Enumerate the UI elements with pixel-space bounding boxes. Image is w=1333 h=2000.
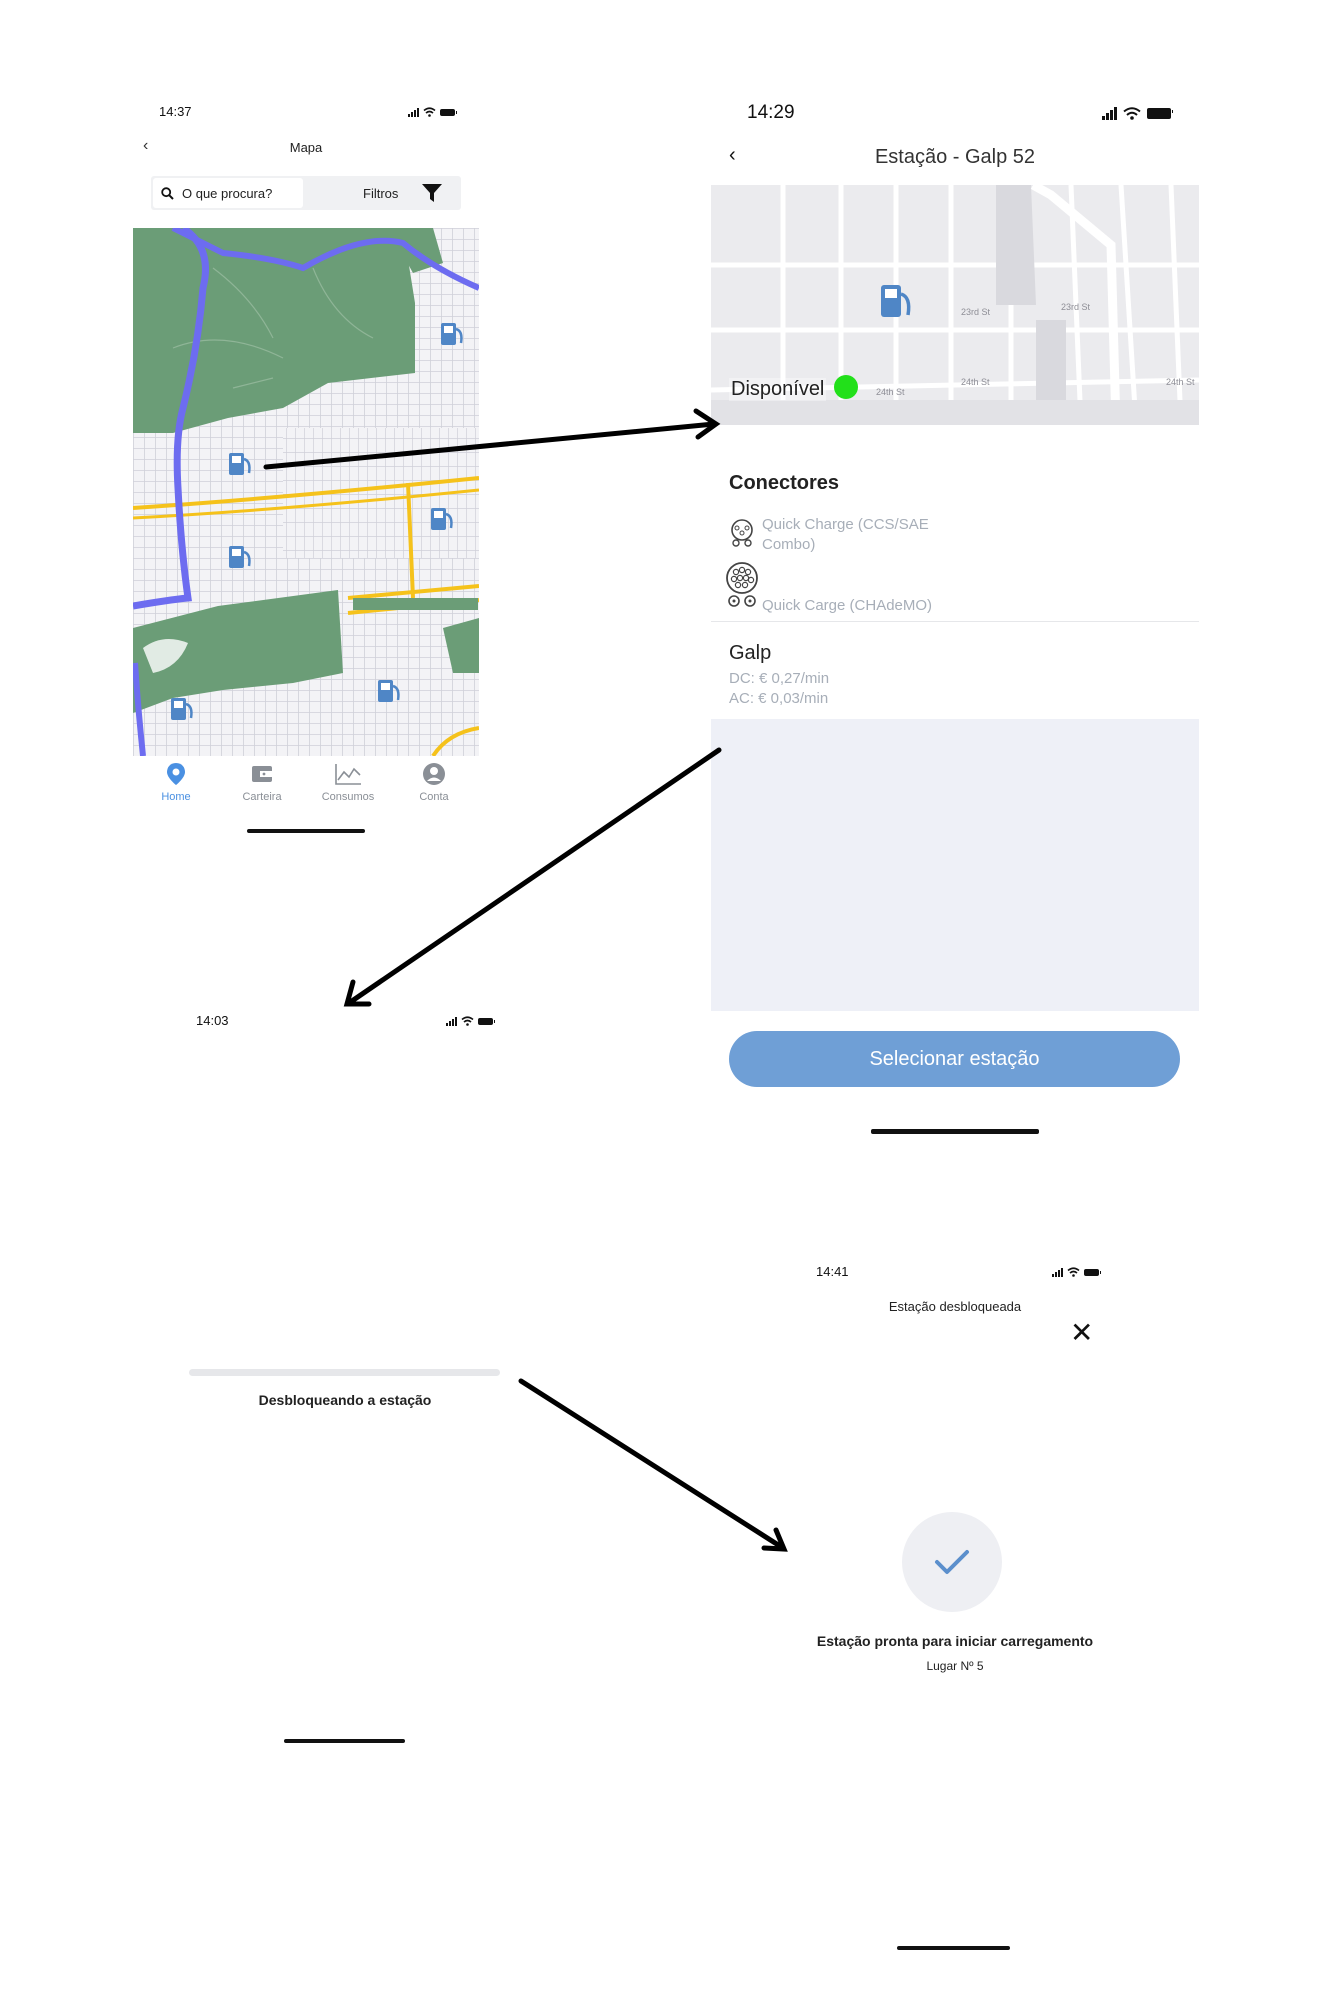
tab-consumos[interactable]: Consumos xyxy=(308,762,388,803)
home-indicator xyxy=(247,829,365,833)
filters-label[interactable]: Filtros xyxy=(363,186,398,201)
page-title: Estação desbloqueada xyxy=(888,1299,1022,1314)
status-time: 14:41 xyxy=(816,1264,849,1279)
success-badge xyxy=(902,1512,1002,1612)
availability-status: Disponível xyxy=(729,378,827,401)
unlocking-message: Desbloqueando a estação xyxy=(258,1392,432,1408)
ready-message: Estação pronta para iniciar carregamento xyxy=(816,1633,1094,1649)
svg-text:23rd St: 23rd St xyxy=(1061,302,1091,312)
map-pin-icon xyxy=(167,763,185,785)
tab-bar: Home Carteira Consumos Conta xyxy=(133,756,479,826)
battery-icon xyxy=(478,1017,495,1025)
status-icons xyxy=(1102,107,1173,120)
status-icons xyxy=(446,1016,495,1026)
home-indicator xyxy=(897,1946,1010,1950)
tab-label: Home xyxy=(161,791,191,803)
connector-name: Combo) xyxy=(762,536,816,553)
connector-name: Quick Carge (CHAdeMO) xyxy=(762,597,933,614)
page-title: Estação - Galp 52 xyxy=(874,146,1036,168)
tab-conta[interactable]: Conta xyxy=(394,762,474,803)
connector-name: Quick Charge (CCS/SAE xyxy=(762,516,929,533)
signal-icon xyxy=(1102,107,1117,120)
tab-home[interactable]: Home xyxy=(136,762,216,803)
battery-icon xyxy=(440,108,457,116)
battery-icon xyxy=(1084,1268,1101,1276)
wifi-icon xyxy=(423,107,436,117)
signal-icon xyxy=(1052,1267,1063,1277)
svg-text:24th St: 24th St xyxy=(876,387,905,397)
divider xyxy=(711,621,1199,622)
price-dc: DC: € 0,27/min xyxy=(729,670,830,687)
tab-label: Conta xyxy=(419,791,449,803)
chart-icon xyxy=(335,764,361,785)
select-station-button[interactable]: Selecionar estação xyxy=(729,1031,1180,1087)
search-icon xyxy=(161,186,174,200)
flow-arrow xyxy=(518,1378,788,1552)
spot-number: Lugar Nº 5 xyxy=(926,1659,984,1673)
status-icons xyxy=(408,107,457,117)
map-canvas[interactable] xyxy=(133,228,479,756)
unlock-progress-bar xyxy=(189,1369,500,1376)
signal-icon xyxy=(408,107,419,117)
wifi-icon xyxy=(1123,107,1141,120)
status-time: 14:03 xyxy=(196,1013,229,1028)
tab-label: Carteira xyxy=(242,791,282,803)
page-title: Mapa xyxy=(289,140,323,155)
wifi-icon xyxy=(461,1016,474,1026)
back-chevron-icon[interactable]: ‹ xyxy=(729,144,736,167)
svg-text:23rd St: 23rd St xyxy=(961,307,991,317)
ccs-connector-icon xyxy=(727,519,757,552)
tab-label: Consumos xyxy=(321,791,375,803)
user-icon xyxy=(423,763,445,785)
battery-icon xyxy=(1147,108,1173,119)
home-indicator xyxy=(871,1129,1039,1134)
connectors-heading: Conectores xyxy=(729,472,840,494)
close-icon[interactable]: ✕ xyxy=(1070,1316,1093,1349)
status-time: 14:37 xyxy=(159,104,192,119)
connector-item: Quick Charge (CCS/SAE Combo) xyxy=(762,515,929,555)
back-chevron-icon[interactable]: ‹ xyxy=(143,137,148,155)
status-icons xyxy=(1052,1267,1101,1277)
availability-dot xyxy=(834,375,858,399)
wifi-icon xyxy=(1067,1267,1080,1277)
svg-text:24th St: 24th St xyxy=(1166,377,1195,387)
details-panel xyxy=(711,719,1199,1011)
search-input[interactable]: O que procura? xyxy=(153,178,303,208)
checkmark-icon xyxy=(935,1550,969,1574)
filter-icon[interactable] xyxy=(421,182,443,204)
home-indicator xyxy=(284,1739,405,1743)
tab-carteira[interactable]: Carteira xyxy=(222,762,302,803)
wallet-icon xyxy=(252,766,272,782)
operator-name: Galp xyxy=(729,642,772,664)
search-placeholder: O que procura? xyxy=(182,185,273,201)
status-time: 14:29 xyxy=(747,102,795,123)
svg-text:24th St: 24th St xyxy=(961,377,990,387)
price-ac: AC: € 0,03/min xyxy=(729,690,829,707)
signal-icon xyxy=(446,1016,457,1026)
search-bar: O que procura? Filtros xyxy=(151,176,461,210)
connector-item: Quick Carge (CHAdeMO) xyxy=(762,596,932,616)
map-view[interactable] xyxy=(133,228,479,756)
station-map[interactable]: 23rd St 23rd St 24th St 24th St 24th St … xyxy=(711,185,1199,425)
chademo-connector-icon xyxy=(724,562,760,613)
